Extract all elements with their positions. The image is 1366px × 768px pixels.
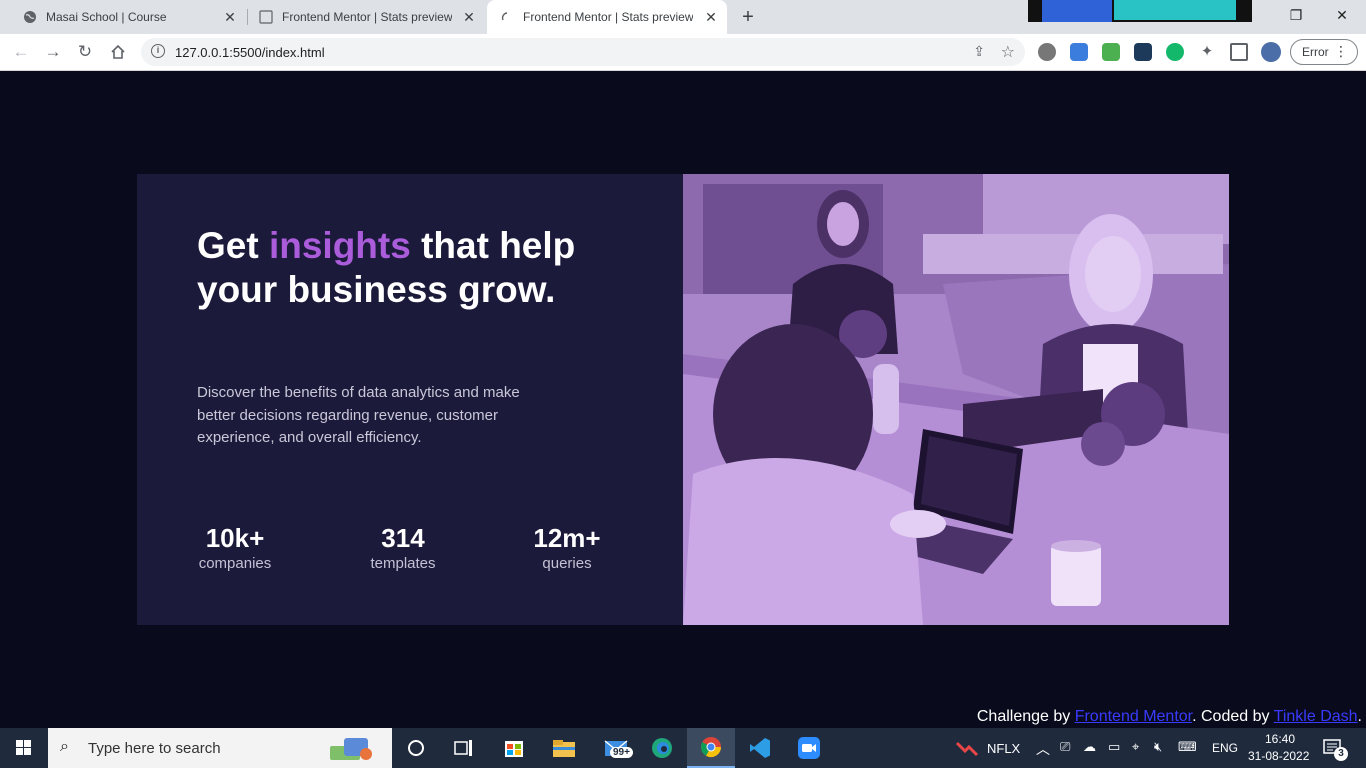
close-tab-icon[interactable]: ✕ xyxy=(222,9,238,25)
language-indicator[interactable]: ENG xyxy=(1212,741,1238,755)
office-photo-illustration xyxy=(683,174,1229,625)
close-tab-icon[interactable]: ✕ xyxy=(703,9,719,25)
chrome-browser-icon[interactable] xyxy=(687,728,735,768)
bug-extension-icon[interactable] xyxy=(1038,43,1056,61)
attribution-middle: . Coded by xyxy=(1192,708,1274,725)
page-title: Get insights that help your business gro… xyxy=(197,224,617,312)
microsoft-store-icon[interactable] xyxy=(490,728,538,768)
tab-stats-preview-1[interactable]: Frontend Mentor | Stats preview ✕ xyxy=(248,0,485,34)
reload-button[interactable]: ↻ xyxy=(73,40,97,64)
back-button[interactable]: ← xyxy=(9,40,33,64)
card-text-panel: Get insights that help your business gro… xyxy=(137,174,683,625)
windows-logo-icon xyxy=(16,740,31,755)
page-icon xyxy=(258,9,274,25)
stat-templates: 314 templates xyxy=(365,523,441,575)
task-view-button[interactable] xyxy=(440,728,488,768)
search-highlight-icon xyxy=(328,734,374,762)
home-button[interactable] xyxy=(106,40,130,64)
tab-stats-preview-active[interactable]: Frontend Mentor | Stats preview ✕ xyxy=(487,0,727,34)
attribution-suffix: . xyxy=(1357,708,1362,725)
stock-ticker[interactable]: NFLX xyxy=(987,741,1020,756)
tab-title: Frontend Mentor | Stats preview xyxy=(282,10,452,24)
thumbnail-blue-block xyxy=(1042,0,1112,22)
tab-masai-school[interactable]: Masai School | Course ✕ xyxy=(0,0,246,34)
onedrive-error-icon[interactable]: ☁ xyxy=(1083,739,1096,755)
frontend-mentor-link[interactable]: Frontend Mentor xyxy=(1075,708,1192,725)
url-text: 127.0.0.1:5500/index.html xyxy=(175,45,325,60)
error-button[interactable]: Error ⋮ xyxy=(1290,39,1358,65)
vscode-icon[interactable] xyxy=(736,728,784,768)
browser-tab-strip: Masai School | Course ✕ Frontend Mentor … xyxy=(0,0,1366,34)
headline-accent: insights xyxy=(268,225,411,266)
thumbnail-teal-block xyxy=(1114,0,1236,20)
profile-avatar[interactable] xyxy=(1261,42,1281,62)
stat-value: 10k+ xyxy=(205,523,265,553)
globe-icon xyxy=(22,9,38,25)
description: Discover the benefits of data analytics … xyxy=(197,384,520,446)
attribution-footer: Challenge by Frontend Mentor. Coded by T… xyxy=(977,708,1362,726)
new-tab-button[interactable]: + xyxy=(737,6,759,28)
stat-label: templates xyxy=(370,555,436,572)
chevron-up-icon[interactable]: ︿ xyxy=(1036,739,1050,759)
page-body: Get insights that help your business gro… xyxy=(0,71,1366,728)
stat-label: companies xyxy=(198,555,272,572)
more-menu-icon[interactable]: ⋮ xyxy=(1334,43,1348,60)
search-placeholder: Type here to search xyxy=(88,740,221,757)
attribution-prefix: Challenge by xyxy=(976,708,1075,725)
bookmark-star-icon[interactable]: ☆ xyxy=(1001,42,1015,62)
extensions-puzzle-icon[interactable]: ✦ xyxy=(1198,43,1216,61)
taskbar-search-box[interactable]: ⌕ Type here to search xyxy=(48,728,392,768)
search-icon: ⌕ xyxy=(60,738,69,755)
clock-date[interactable]: 31-08-2022 xyxy=(1248,749,1309,763)
address-bar[interactable]: i 127.0.0.1:5500/index.html ⇪ ☆ xyxy=(141,38,1025,66)
headline-start: Get xyxy=(197,225,269,266)
error-label: Error xyxy=(1302,45,1329,59)
extension-icon[interactable] xyxy=(1070,43,1088,61)
office-header-image xyxy=(683,174,1229,625)
share-icon[interactable]: ⇪ xyxy=(973,43,985,60)
author-link[interactable]: Tinkle Dash xyxy=(1274,708,1358,725)
restore-window-button[interactable]: ❐ xyxy=(1276,4,1316,26)
code-extension-icon[interactable] xyxy=(1134,43,1152,61)
forward-button[interactable]: → xyxy=(41,40,65,64)
volume-muted-icon[interactable]: 🔇︎ xyxy=(1154,739,1162,755)
mail-unread-badge: 99+ xyxy=(610,747,633,758)
close-tab-icon[interactable]: ✕ xyxy=(461,9,477,25)
windows-taskbar: ⌕ Type here to search 99+ NFLX ︿ ⎚ ☁ ▭ ⌖… xyxy=(0,728,1366,768)
network-icon[interactable]: ⌖ xyxy=(1132,739,1139,755)
meeting-icon[interactable]: ⎚ xyxy=(1060,739,1070,755)
close-window-button[interactable]: ✕ xyxy=(1322,4,1362,26)
stat-label: queries xyxy=(542,555,592,572)
notification-count-badge: 3 xyxy=(1334,747,1348,761)
tab-title: Frontend Mentor | Stats preview xyxy=(523,10,693,24)
extension-icon[interactable] xyxy=(1102,43,1120,61)
stock-trend-icon xyxy=(955,739,979,762)
site-info-icon[interactable]: i xyxy=(151,44,165,58)
stat-value: 314 xyxy=(381,523,425,553)
keyboard-icon[interactable]: ⌨ xyxy=(1178,739,1197,755)
stats-preview-card: Get insights that help your business gro… xyxy=(137,174,1229,625)
stat-queries: 12m+ queries xyxy=(529,523,605,575)
stat-value: 12m+ xyxy=(533,523,601,553)
video-preview-thumbnail xyxy=(1028,0,1252,22)
cortana-button[interactable] xyxy=(392,728,440,768)
grammarly-icon[interactable] xyxy=(1166,43,1184,61)
clock-time[interactable]: 16:40 xyxy=(1265,732,1295,746)
start-button[interactable] xyxy=(0,728,48,768)
zoom-icon[interactable] xyxy=(785,728,833,768)
side-panel-icon[interactable] xyxy=(1230,43,1248,61)
loading-icon xyxy=(499,9,515,25)
tab-title: Masai School | Course xyxy=(46,10,167,24)
browser-toolbar: ← → ↻ i 127.0.0.1:5500/index.html ⇪ ☆ ✦ … xyxy=(0,34,1366,71)
battery-icon[interactable]: ▭ xyxy=(1108,739,1120,755)
edge-browser-icon[interactable] xyxy=(638,728,686,768)
stat-companies: 10k+ companies xyxy=(197,523,273,575)
file-explorer-icon[interactable] xyxy=(540,728,588,768)
